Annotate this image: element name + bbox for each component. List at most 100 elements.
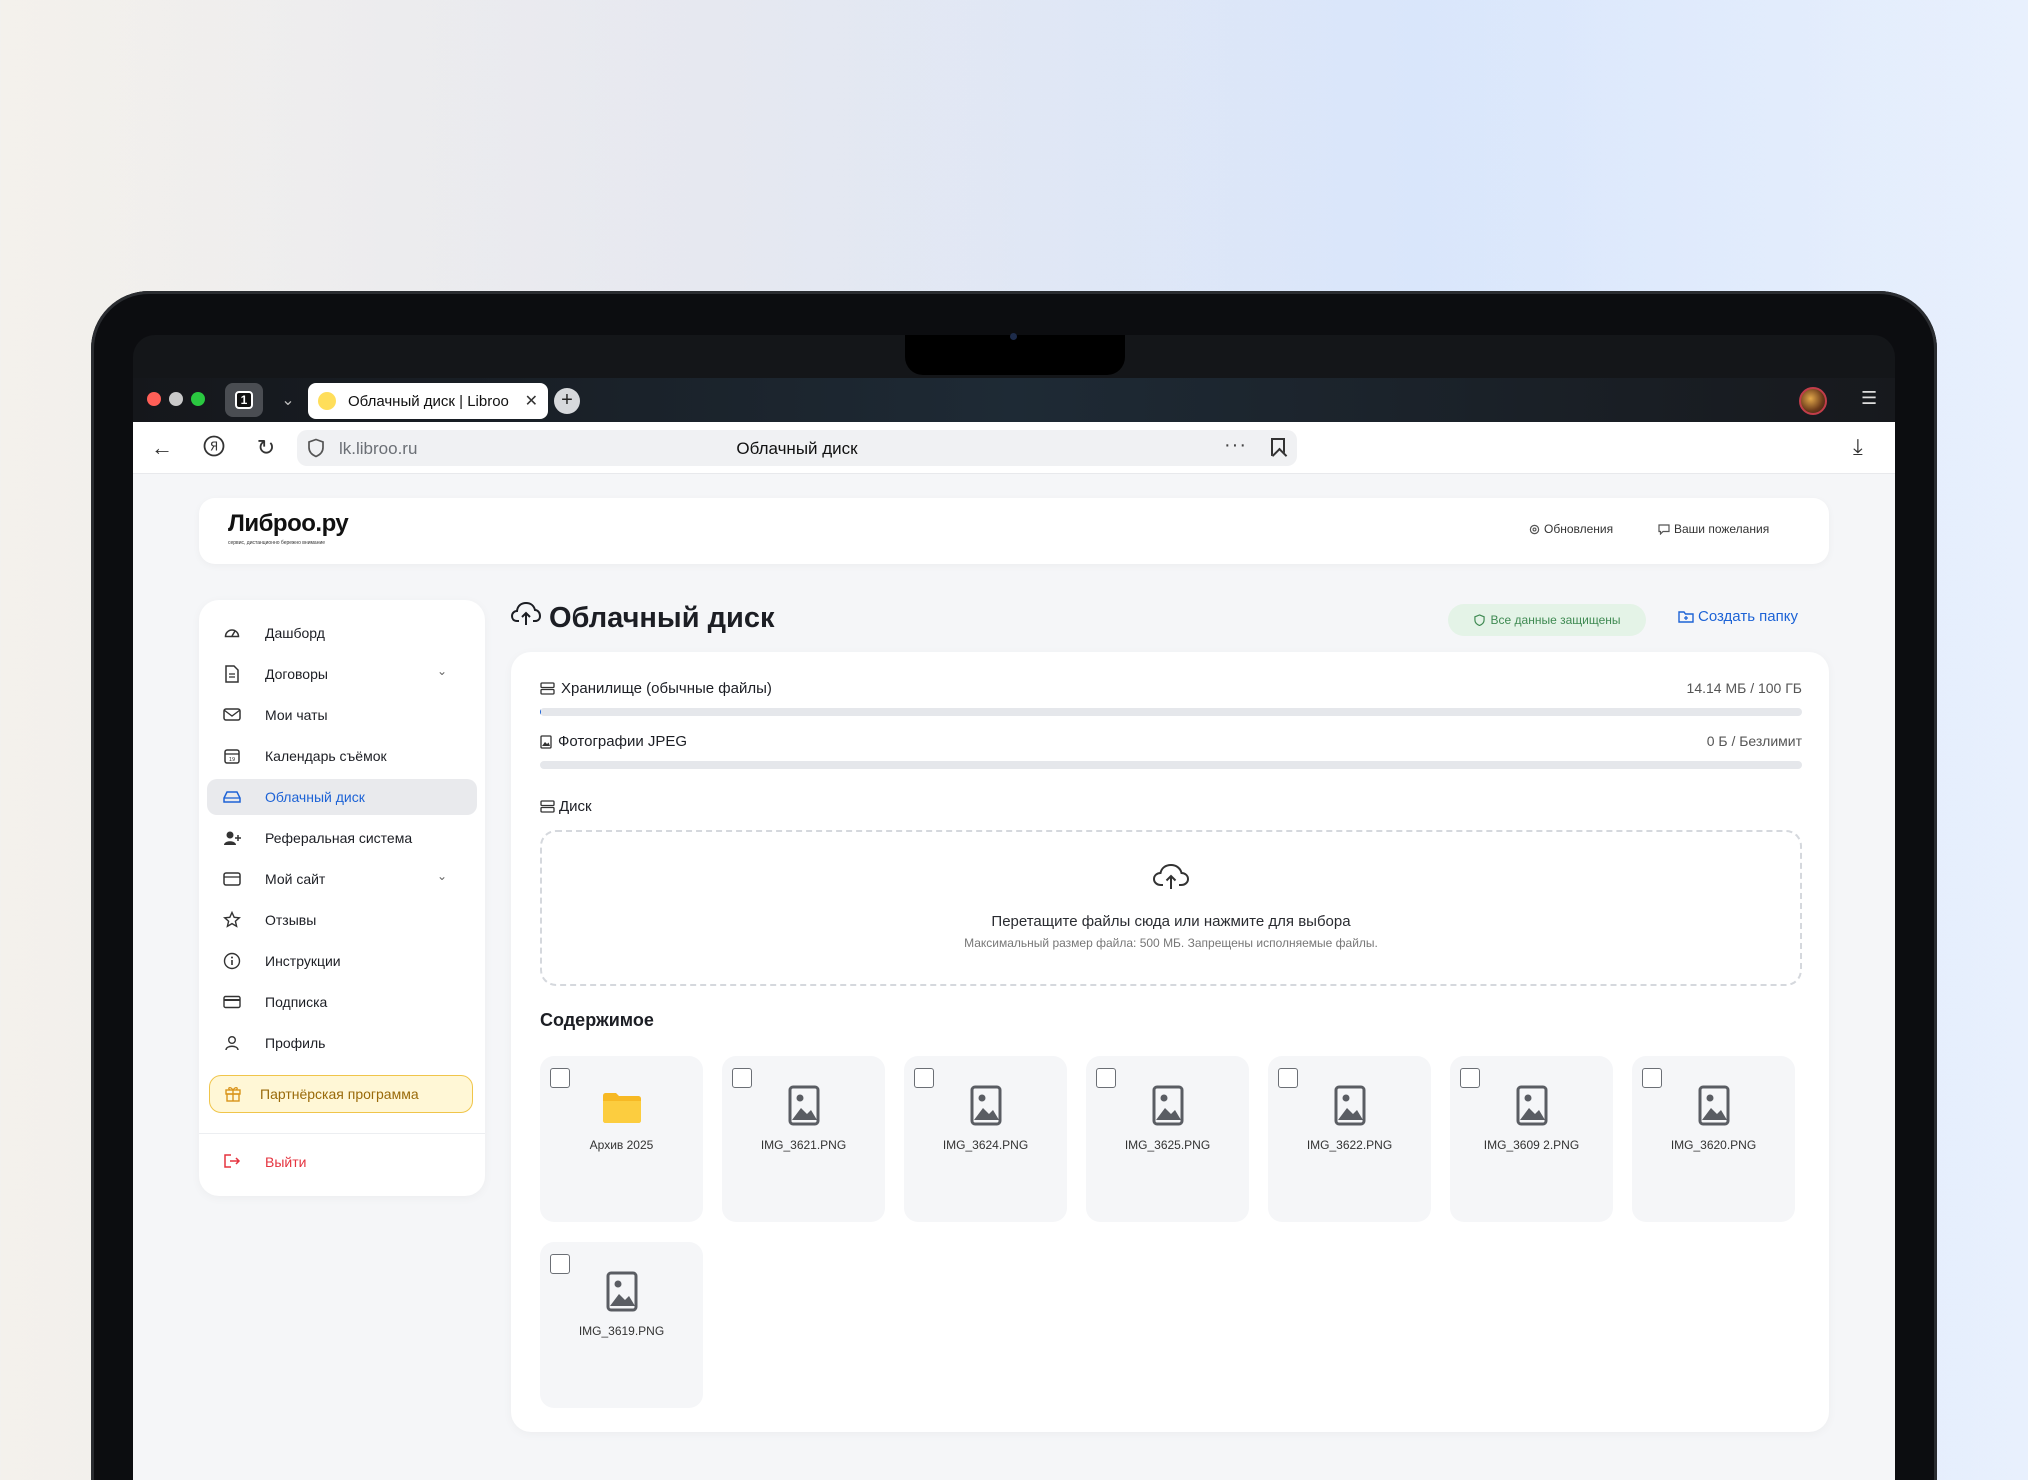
disk-label-text: Диск bbox=[559, 798, 592, 815]
back-arrow-icon[interactable]: ← bbox=[149, 435, 175, 461]
file-name: IMG_3620.PNG bbox=[1670, 1138, 1757, 1152]
file-checkbox[interactable] bbox=[1278, 1068, 1298, 1088]
image-file-icon bbox=[540, 734, 552, 749]
browser-tab-bar: 1 ⌄ Облачный диск | Libroo ✕ + ☰ bbox=[133, 378, 1895, 422]
gauge-icon bbox=[223, 624, 241, 642]
sidebar-item-cloud-drive[interactable]: Облачный диск bbox=[207, 779, 477, 815]
secure-badge: Все данные защищены bbox=[1448, 604, 1646, 636]
url-bar[interactable]: lk.libroo.ru Облачный диск ··· bbox=[297, 430, 1297, 466]
file-checkbox[interactable] bbox=[550, 1254, 570, 1274]
storage-label: Фотографии JPEG bbox=[558, 733, 688, 750]
reload-icon[interactable]: ↻ bbox=[253, 435, 279, 461]
file-checkbox[interactable] bbox=[1096, 1068, 1116, 1088]
logo-text: Либроо.ру bbox=[228, 510, 349, 537]
sidebar-item-subscription[interactable]: Подписка bbox=[207, 984, 477, 1020]
sidebar-item-label: Подписка bbox=[265, 994, 328, 1010]
sidebar-item-contracts[interactable]: Договоры ⌄ bbox=[207, 656, 477, 692]
more-icon[interactable]: ··· bbox=[1224, 434, 1247, 457]
dropzone-text: Перетащите файлы сюда или нажмите для вы… bbox=[991, 913, 1351, 930]
window-icon bbox=[223, 870, 241, 888]
file-checkbox[interactable] bbox=[1460, 1068, 1480, 1088]
chevron-down-icon[interactable]: ⌄ bbox=[271, 386, 305, 416]
new-tab-button[interactable]: + bbox=[554, 388, 580, 414]
file-dropzone[interactable]: Перетащите файлы сюда или нажмите для вы… bbox=[540, 830, 1802, 986]
file-name: IMG_3624.PNG bbox=[942, 1138, 1029, 1152]
drive-card: Хранилище (обычные файлы) 14.14 МБ / 100… bbox=[511, 652, 1829, 1432]
storage-row-photos: Фотографии JPEG 0 Б / Безлимит bbox=[540, 733, 1802, 750]
sidebar-item-label: Мои чаты bbox=[265, 707, 328, 723]
user-icon bbox=[223, 1034, 241, 1052]
sidebar-item-profile[interactable]: Профиль bbox=[207, 1025, 477, 1061]
updates-link[interactable]: Обновления bbox=[1529, 522, 1613, 536]
camera-icon bbox=[1010, 333, 1017, 340]
page: Либроо.ру сервис, дистанционно бережно в… bbox=[133, 474, 1895, 1480]
file-checkbox[interactable] bbox=[914, 1068, 934, 1088]
gear-icon bbox=[1529, 524, 1540, 534]
file-checkbox[interactable] bbox=[732, 1068, 752, 1088]
document-icon bbox=[223, 665, 241, 683]
file-checkbox[interactable] bbox=[1642, 1068, 1662, 1088]
logo[interactable]: Либроо.ру сервис, дистанционно бережно в… bbox=[228, 510, 349, 546]
sidebar-item-label: Облачный диск bbox=[265, 789, 365, 805]
svg-text:Я: Я bbox=[210, 440, 218, 454]
partner-program-button[interactable]: Партнёрская программа bbox=[209, 1075, 473, 1113]
sidebar-item-label: Отзывы bbox=[265, 912, 317, 928]
favicon-icon bbox=[318, 392, 336, 410]
download-icon[interactable]: ⤓ bbox=[1853, 434, 1863, 460]
zoom-window-button[interactable] bbox=[191, 392, 205, 406]
file-item[interactable]: IMG_3622.PNG bbox=[1268, 1056, 1431, 1222]
chevron-down-icon[interactable]: ⌄ bbox=[437, 869, 447, 883]
file-item[interactable]: IMG_3624.PNG bbox=[904, 1056, 1067, 1222]
cloud-upload-icon bbox=[510, 601, 542, 635]
file-name: Архив 2025 bbox=[589, 1138, 654, 1152]
menu-icon[interactable]: ☰ bbox=[1861, 388, 1877, 409]
user-plus-icon bbox=[223, 829, 241, 847]
shield-icon bbox=[1473, 614, 1485, 626]
chevron-down-icon[interactable]: ⌄ bbox=[437, 664, 447, 678]
dropzone-hint: Максимальный размер файла: 500 МБ. Запре… bbox=[964, 936, 1378, 950]
site-header: Либроо.ру сервис, дистанционно бережно в… bbox=[199, 498, 1829, 564]
tab-title: Облачный диск | Libroo bbox=[348, 392, 509, 410]
image-file-icon bbox=[1330, 1084, 1368, 1128]
chat-icon bbox=[223, 706, 241, 724]
sidebar-item-chats[interactable]: Мои чаты bbox=[207, 697, 477, 733]
tab-count-button[interactable]: 1 bbox=[225, 383, 263, 417]
browser-tab-active[interactable]: Облачный диск | Libroo ✕ bbox=[308, 383, 548, 419]
sidebar-item-instructions[interactable]: Инструкции bbox=[207, 943, 477, 979]
close-icon[interactable]: ✕ bbox=[525, 391, 538, 411]
sidebar-item-my-site[interactable]: Мой сайт ⌄ bbox=[207, 861, 477, 897]
file-item[interactable]: IMG_3609 2.PNG bbox=[1450, 1056, 1613, 1222]
image-file-icon bbox=[784, 1084, 822, 1128]
browser-address-bar: ← Я ↻ lk.libroo.ru Облачный диск ··· ⤓ bbox=[133, 422, 1895, 474]
logout-icon bbox=[223, 1153, 241, 1172]
create-folder-label: Создать папку bbox=[1698, 608, 1798, 625]
minimize-window-button[interactable] bbox=[169, 392, 183, 406]
comment-icon bbox=[1658, 523, 1670, 535]
folder-icon bbox=[602, 1084, 641, 1128]
create-folder-button[interactable]: Создать папку bbox=[1678, 608, 1798, 625]
file-checkbox[interactable] bbox=[550, 1068, 570, 1088]
file-item[interactable]: IMG_3619.PNG bbox=[540, 1242, 703, 1408]
avatar[interactable] bbox=[1799, 387, 1827, 415]
storage-icon bbox=[540, 682, 555, 695]
gift-icon bbox=[224, 1084, 242, 1105]
tab-count: 1 bbox=[234, 391, 254, 409]
image-file-icon bbox=[1148, 1084, 1186, 1128]
file-item[interactable]: IMG_3620.PNG bbox=[1632, 1056, 1795, 1222]
bookmark-icon[interactable] bbox=[1271, 438, 1285, 456]
star-icon bbox=[223, 911, 241, 929]
sidebar-item-reviews[interactable]: Отзывы bbox=[207, 902, 477, 938]
sidebar-item-calendar[interactable]: 19 Календарь съёмок bbox=[207, 738, 477, 774]
folder-item[interactable]: Архив 2025 bbox=[540, 1056, 703, 1222]
sidebar-item-referral[interactable]: Реферальная система bbox=[207, 820, 477, 856]
file-item[interactable]: IMG_3625.PNG bbox=[1086, 1056, 1249, 1222]
wishes-link[interactable]: Ваши пожелания bbox=[1658, 522, 1769, 536]
storage-value: 14.14 МБ / 100 ГБ bbox=[1686, 680, 1802, 696]
yandex-icon[interactable]: Я bbox=[201, 435, 227, 463]
sidebar-item-dashboard[interactable]: Дашборд bbox=[207, 615, 477, 651]
secure-badge-label: Все данные защищены bbox=[1490, 613, 1621, 627]
logout-button[interactable]: Выйти bbox=[223, 1144, 306, 1180]
file-name: IMG_3619.PNG bbox=[578, 1324, 665, 1338]
file-item[interactable]: IMG_3621.PNG bbox=[722, 1056, 885, 1222]
close-window-button[interactable] bbox=[147, 392, 161, 406]
